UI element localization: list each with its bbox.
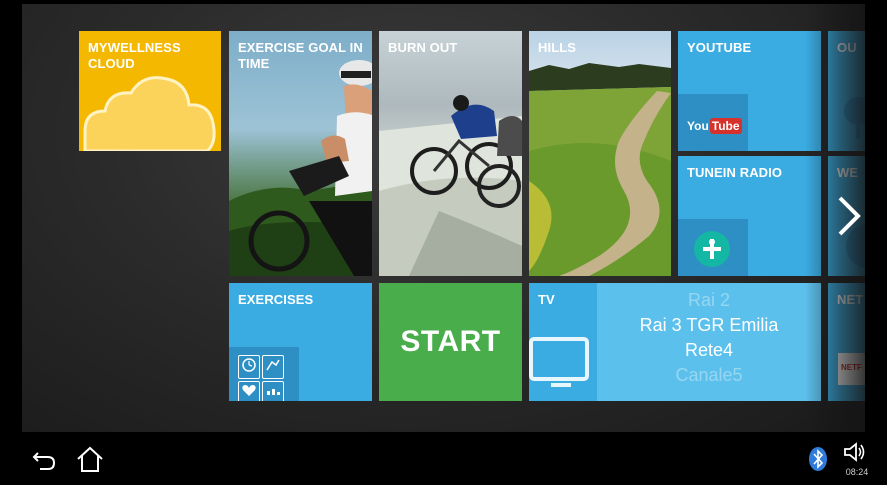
home-icon[interactable] <box>75 444 105 474</box>
channel-item[interactable]: Canale5 <box>597 363 821 388</box>
youtube-tile[interactable]: YOUTUBE You Tube <box>678 31 821 151</box>
youtube-logo-you: You <box>687 119 709 133</box>
track-cyclists-photo <box>379 95 522 276</box>
burn-out-tile[interactable]: BURN OUT <box>379 31 522 276</box>
cloud-icon <box>83 76 216 151</box>
stats-icon <box>262 381 284 401</box>
exercises-icon-box <box>229 347 299 401</box>
workout-launcher: MYWELLNESS CLOUD EXERCISE GOAL IN TIME B… <box>22 4 865 432</box>
back-icon[interactable] <box>30 444 60 474</box>
netflix-tile-partial[interactable]: NET NETF <box>828 283 865 401</box>
youtube-icon-box: You Tube <box>678 94 748 151</box>
android-screen: MYWELLNESS CLOUD EXERCISE GOAL IN TIME B… <box>0 0 887 485</box>
start-label: START <box>400 325 501 358</box>
heart-icon <box>238 381 260 401</box>
hills-tile[interactable]: HILLS <box>529 31 671 276</box>
running-icon <box>262 355 284 379</box>
youtube-title: YOUTUBE <box>687 40 752 55</box>
stopwatch-icon <box>238 355 260 379</box>
start-button[interactable]: START <box>379 283 522 401</box>
exercises-tile[interactable]: EXERCISES <box>229 283 372 401</box>
netflix-logo-text: NETF <box>841 363 862 372</box>
netflix-title: NET <box>837 292 864 307</box>
channel-item-selected[interactable]: Rai 3 TGR Emilia <box>597 313 821 338</box>
tv-icon-panel: TV <box>529 283 597 401</box>
tunein-radio-tile[interactable]: TUNEIN RADIO <box>678 156 821 276</box>
mywellness-cloud-tile[interactable]: MYWELLNESS CLOUD <box>79 31 221 151</box>
hills-title: HILLS <box>538 40 577 55</box>
channel-item[interactable]: Rai 2 <box>597 288 821 313</box>
tree-icon <box>844 97 865 139</box>
youtube-logo-tube: Tube <box>709 118 742 134</box>
exercises-title: EXERCISES <box>238 292 314 307</box>
tunein-icon-box <box>678 219 748 276</box>
tunein-radio-title: TUNEIN RADIO <box>687 165 783 180</box>
clock: 08:24 <box>845 467 869 477</box>
exercise-goal-tile[interactable]: EXERCISE GOAL IN TIME <box>229 31 372 276</box>
chevron-right-icon[interactable] <box>834 194 864 238</box>
tv-tile[interactable]: TV Rai 2 Rai 3 TGR Emilia Rete4 Canale5 <box>529 283 821 401</box>
channel-item[interactable]: Rete4 <box>597 338 821 363</box>
tv-icon <box>529 337 589 387</box>
youtube-logo-icon: You Tube <box>687 118 742 134</box>
hills-road-photo <box>529 63 671 276</box>
volume-icon[interactable] <box>843 441 867 463</box>
bluetooth-icon[interactable] <box>808 446 828 472</box>
tunein-logo-icon <box>694 231 730 267</box>
netflix-logo-icon: NETF <box>838 353 865 385</box>
exercise-goal-title: EXERCISE GOAL IN TIME <box>238 40 363 71</box>
outdoor-tile-partial[interactable]: OU <box>828 31 865 151</box>
burn-out-title: BURN OUT <box>388 40 458 55</box>
system-navigation-bar: 08:24 <box>0 432 887 485</box>
tv-channel-list[interactable]: Rai 2 Rai 3 TGR Emilia Rete4 Canale5 <box>597 283 821 401</box>
